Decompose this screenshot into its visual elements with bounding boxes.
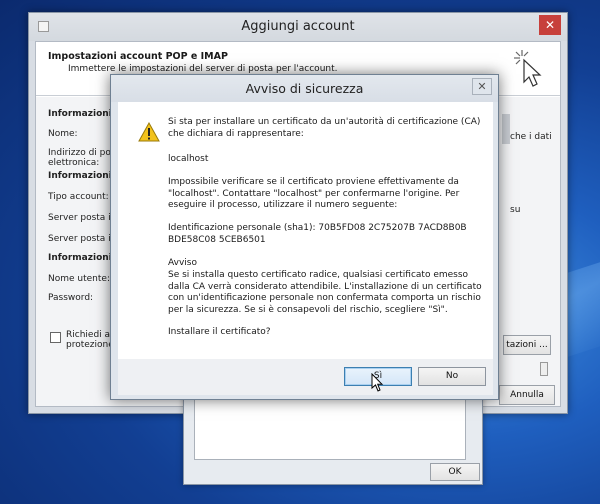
email-label-line2: elettronica: xyxy=(48,158,100,168)
host-name: localhost xyxy=(168,154,209,164)
warning-heading: Avviso xyxy=(168,258,197,268)
slider-handle[interactable] xyxy=(540,362,548,376)
warning-triangle-icon xyxy=(138,122,160,142)
secondary-window: OK xyxy=(183,385,483,485)
header-subtitle: Immettere le impostazioni del server di … xyxy=(68,64,338,74)
security-dialog-body: Si sta per installare un certificato da … xyxy=(118,102,493,359)
security-warning-dialog: Avviso di sicurezza ✕ Si sta per install… xyxy=(110,74,499,400)
verification-text: Impossibile verificare se il certificato… xyxy=(168,177,460,211)
ok-button[interactable]: OK xyxy=(430,463,480,481)
spa-checkbox[interactable] xyxy=(50,332,61,343)
name-label: Nome: xyxy=(48,129,78,139)
security-dialog-close-button[interactable]: ✕ xyxy=(472,78,492,95)
warning-text: Se si installa questo certificato radice… xyxy=(168,270,482,315)
right-text-fragment: che i dati xyxy=(510,132,552,142)
cancel-button[interactable]: Annulla xyxy=(499,385,555,405)
add-account-title: Aggiungi account xyxy=(241,19,355,34)
right-text-fragment-2: su xyxy=(510,205,521,215)
secondary-window-pane xyxy=(194,398,466,460)
mouse-pointer-icon xyxy=(371,373,384,392)
click-cursor-icon xyxy=(514,50,542,87)
account-type-label: Tipo account: xyxy=(48,192,109,202)
intro-text: Si sta per installare un certificato da … xyxy=(168,117,481,139)
email-label-line1: Indirizzo di post xyxy=(48,148,120,158)
add-account-close-button[interactable]: ✕ xyxy=(539,15,561,35)
header-title: Impostazioni account POP e IMAP xyxy=(48,51,228,62)
no-button[interactable]: No xyxy=(418,367,486,386)
password-label: Password: xyxy=(48,293,94,303)
add-account-titlebar: Aggiungi account ✕ xyxy=(29,13,567,41)
security-dialog-titlebar: Avviso di sicurezza ✕ xyxy=(111,75,498,102)
thumbprint-line2: BDE58C08 5CEB6501 xyxy=(168,235,266,245)
scrollbar-thumb[interactable] xyxy=(502,114,510,144)
thumbprint-line1: Identificazione personale (sha1): 70B5FD… xyxy=(168,223,467,233)
more-settings-button[interactable]: tazioni ... xyxy=(503,335,551,355)
username-label: Nome utente: xyxy=(48,274,110,284)
security-dialog-footer: Sì No xyxy=(118,359,493,395)
install-question: Installare il certificato? xyxy=(168,327,271,337)
security-dialog-title: Avviso di sicurezza xyxy=(245,81,364,96)
